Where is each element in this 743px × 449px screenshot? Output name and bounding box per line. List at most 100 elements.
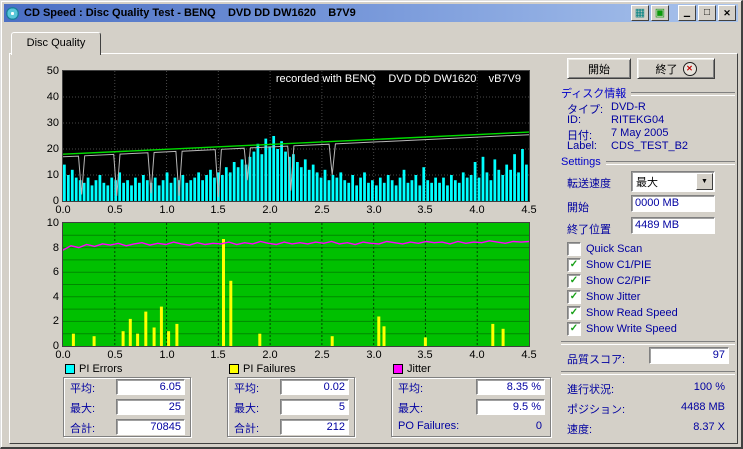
start-button-label: 開始: [588, 61, 610, 77]
axis-tick-label: 30: [37, 117, 59, 129]
checked-checkbox-icon[interactable]: [567, 306, 581, 320]
po-failures-value: 0: [536, 420, 542, 432]
titlebar-green-disc-icon-button[interactable]: [651, 5, 669, 21]
axis-tick-label: 10: [37, 217, 59, 229]
pi-errors-avg-value: 6.05: [116, 379, 185, 395]
axis-tick-label: 6: [37, 266, 59, 278]
settings-header-label: Settings: [561, 156, 601, 168]
exit-button-label: 終了: [656, 61, 678, 77]
jitter-swatch-icon: [393, 364, 403, 374]
checked-checkbox-icon[interactable]: [567, 258, 581, 272]
checkbox-show-c1-pie[interactable]: Show C1/PIE: [567, 257, 733, 273]
total-label: 合計:: [234, 423, 259, 435]
axis-tick-label: 0.5: [104, 349, 126, 361]
speed-value: 8.37 X: [693, 421, 725, 433]
minimize-button[interactable]: [678, 5, 696, 21]
pi-failures-stats-box: 平均: 0.02 最大: 5 合計: 212: [227, 377, 355, 437]
checkbox-show-c2-pif[interactable]: Show C2/PIF: [567, 273, 733, 289]
axis-tick-label: 1.5: [207, 349, 229, 361]
axis-tick-label: 0.0: [52, 349, 74, 361]
cd-disc-icon: [6, 7, 19, 20]
app-window: CD Speed : Disc Quality Test - BENQ DVD …: [0, 0, 743, 449]
separator: [561, 341, 735, 345]
window-title: CD Speed : Disc Quality Test - BENQ DVD …: [24, 7, 629, 19]
jitter-legend-label: Jitter: [407, 363, 431, 375]
disc-label-label: Label:: [567, 140, 597, 152]
progress-label: 進行状況:: [567, 381, 614, 397]
axis-tick-label: 3.0: [363, 204, 385, 216]
start-position-label: 開始: [567, 199, 589, 215]
quality-score-value: 97: [649, 347, 729, 364]
transfer-speed-select[interactable]: 最大: [631, 171, 715, 192]
axis-tick-label: 3.0: [363, 349, 385, 361]
checked-checkbox-icon[interactable]: [567, 290, 581, 304]
header-divider: [606, 161, 735, 165]
checkbox-label: Quick Scan: [586, 243, 642, 255]
disc-id-value: RITEKG04: [611, 114, 664, 126]
start-button[interactable]: 開始: [567, 58, 631, 79]
chevron-down-icon[interactable]: [696, 173, 713, 190]
jitter-legend: Jitter: [393, 363, 431, 375]
pi-errors-stats-box: 平均: 6.05 最大: 25 合計: 70845: [63, 377, 191, 437]
po-failures-label: PO Failures:: [398, 420, 459, 432]
separator: [561, 371, 735, 375]
pi-errors-legend-label: PI Errors: [79, 363, 122, 375]
speed-label: 速度:: [567, 421, 592, 437]
pi-errors-plot-area: [63, 71, 529, 201]
stat-row: 平均: 0.02: [228, 378, 354, 398]
disc-id-label: ID:: [567, 114, 581, 126]
checkbox-label: Show C1/PIE: [586, 259, 651, 271]
axis-tick-label: 10: [37, 169, 59, 181]
checkbox-label: Show C2/PIF: [586, 275, 651, 287]
disc-info-header: ディスク情報: [561, 85, 735, 101]
chart-annotation: recorded with BENQ DVD DD DW1620 vB7V9: [63, 73, 521, 85]
checkbox-label: Show Write Speed: [586, 323, 677, 335]
titlebar-teal-grid-icon-button[interactable]: [631, 5, 649, 21]
pi-errors-chart: [63, 71, 529, 201]
total-label: 合計:: [70, 423, 95, 435]
maximize-button[interactable]: [698, 5, 716, 21]
unchecked-checkbox-icon[interactable]: [567, 242, 581, 256]
jitter-stats-box: 平均: 8.35 % 最大: 9.5 % PO Failures: 0: [391, 377, 551, 437]
checkbox-show-write-speed[interactable]: Show Write Speed: [567, 321, 733, 337]
exit-button[interactable]: 終了: [637, 58, 715, 79]
max-label: 最大:: [234, 403, 259, 415]
axis-tick-label: 2: [37, 315, 59, 327]
avg-label: 平均:: [70, 383, 95, 395]
settings-header: Settings: [561, 156, 735, 168]
stat-row: 合計: 70845: [64, 418, 190, 438]
transfer-speed-label: 転送速度: [567, 175, 611, 191]
exit-icon: [683, 62, 697, 76]
axis-tick-label: 2.0: [259, 204, 281, 216]
axis-tick-label: 4: [37, 291, 59, 303]
pi-failures-avg-value: 0.02: [280, 379, 349, 395]
jitter-max-value: 9.5 %: [476, 399, 545, 415]
checkbox-label: Show Read Speed: [586, 307, 678, 319]
tab-disc-quality[interactable]: Disc Quality: [11, 32, 101, 55]
disc-date-value: 7 May 2005: [611, 127, 668, 139]
end-position-field[interactable]: 4489 MB: [631, 217, 715, 234]
checked-checkbox-icon[interactable]: [567, 322, 581, 336]
checked-checkbox-icon[interactable]: [567, 274, 581, 288]
position-value: 4488 MB: [681, 401, 725, 413]
axis-tick-label: 2.5: [311, 349, 333, 361]
checkbox-show-jitter[interactable]: Show Jitter: [567, 289, 733, 305]
stat-row: 最大: 5: [228, 398, 354, 418]
position-label: ポジション:: [567, 401, 625, 417]
pi-failures-max-value: 5: [280, 399, 349, 415]
axis-tick-label: 1.0: [156, 204, 178, 216]
close-button[interactable]: [718, 5, 736, 21]
start-position-field[interactable]: 0000 MB: [631, 195, 715, 212]
checkbox-quick-scan[interactable]: Quick Scan: [567, 241, 733, 257]
axis-tick-label: 50: [37, 65, 59, 77]
stat-row: 合計: 212: [228, 418, 354, 438]
title-bar: CD Speed : Disc Quality Test - BENQ DVD …: [4, 4, 738, 22]
checkbox-label: Show Jitter: [586, 291, 640, 303]
options-checkbox-group: Quick Scan Show C1/PIE Show C2/PIF Show Jit…: [567, 241, 733, 337]
stat-row: 最大: 9.5 %: [392, 398, 550, 418]
pi-failures-legend: PI Failures: [229, 363, 296, 375]
disc-type-value: DVD-R: [611, 101, 646, 113]
checkbox-show-read-speed[interactable]: Show Read Speed: [567, 305, 733, 321]
stat-row: 平均: 6.05: [64, 378, 190, 398]
axis-tick-label: 0.5: [104, 204, 126, 216]
